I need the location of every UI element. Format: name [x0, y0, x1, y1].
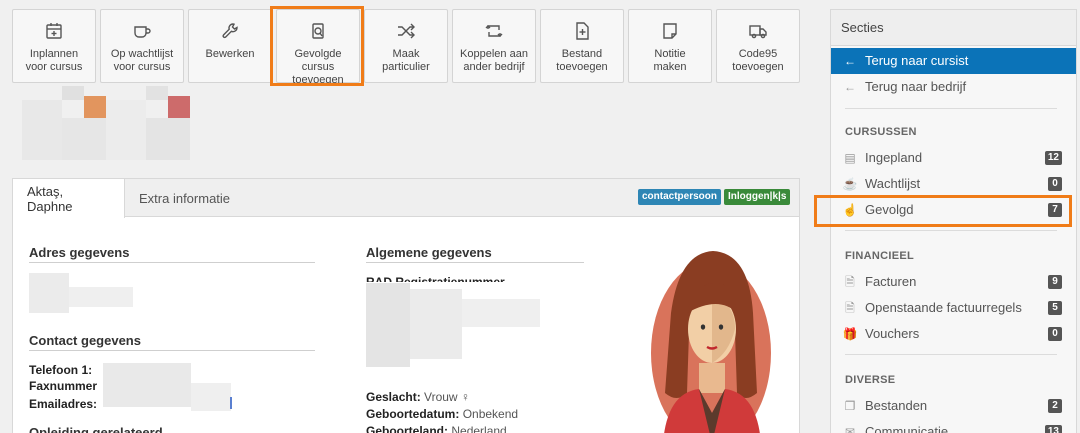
sidebar-item-label: Vouchers [865, 326, 920, 341]
birthdate-field: Geboortedatum: Onbekend [366, 407, 518, 421]
arrow-left-icon: ← [844, 54, 856, 68]
truck-icon [748, 21, 768, 41]
button-label: Inplannen voor cursus [25, 48, 83, 73]
education-section-title: Opleiding gerelateerd [29, 425, 163, 433]
coffee-cup-icon: ☕ [842, 177, 858, 191]
document-icon: 🗎 [845, 301, 855, 315]
button-label: Bestand toevoegen [556, 48, 608, 73]
make-private-button[interactable]: Maak particulier [364, 9, 448, 83]
gender-field: Geslacht: Vrouw ♀ [366, 390, 470, 404]
files-icon: ❐ [844, 399, 856, 413]
sidebar-item-waitlist[interactable]: ☕ Wachtlijst 0 [831, 171, 1076, 197]
edit-button[interactable]: Bewerken [188, 9, 272, 83]
add-code95-button[interactable]: Code95 toevoegen [716, 9, 800, 83]
divider [29, 262, 315, 263]
tab-bar: Aktaş, Daphne Extra informatie contactpe… [13, 179, 799, 218]
divider [366, 262, 584, 263]
highlight-frame [270, 6, 364, 86]
female-avatar-illustration [651, 251, 771, 433]
category-financial: FINANCIEEL [845, 250, 914, 262]
blurred-contact-values [103, 363, 191, 407]
wrench-icon [220, 21, 240, 41]
divider [845, 108, 1057, 109]
count-badge: 9 [1048, 275, 1062, 289]
retweet-icon [484, 21, 504, 41]
contact-person-badge: contactpersoon [638, 189, 722, 205]
category-misc: DIVERSE [845, 374, 896, 386]
divider [29, 350, 315, 351]
count-badge: 12 [1044, 151, 1062, 165]
birthcountry-field: Geboorteland: Nederland [366, 424, 507, 433]
chat-icon: ✉ [844, 425, 856, 433]
sidebar-item-invoices[interactable]: 🗎 Facturen 9 [831, 269, 1076, 295]
tab-extra-info[interactable]: Extra informatie [125, 179, 244, 217]
sidebar-item-back-to-student[interactable]: ← Terug naar cursist [831, 48, 1076, 74]
coffee-cup-icon [132, 21, 152, 41]
shuffle-icon [396, 21, 416, 41]
student-detail-panel: Aktaş, Daphne Extra informatie contactpe… [12, 178, 800, 433]
count-badge: 0 [1048, 327, 1062, 341]
file-plus-icon [572, 21, 592, 41]
sidebar-item-label: Terug naar cursist [865, 53, 969, 68]
calendar-plus-icon [44, 21, 64, 41]
count-badge: 13 [1044, 425, 1062, 433]
registration-label: RAD Registratienummer [366, 275, 505, 282]
count-badge: 5 [1048, 301, 1062, 315]
sidebar-item-label: Terug naar bedrijf [865, 79, 967, 94]
add-to-waitlist-button[interactable]: Op wachtlijst voor cursus [100, 9, 184, 83]
gender-value: Vrouw ♀ [424, 390, 470, 404]
sidebar-item-communication[interactable]: ✉ Communicatie 13 [831, 419, 1076, 433]
count-badge: 2 [1048, 399, 1062, 413]
count-badge: 0 [1048, 177, 1062, 191]
sidebar-item-back-to-company[interactable]: ← Terug naar bedrijf [831, 74, 1076, 100]
add-file-button[interactable]: Bestand toevoegen [540, 9, 624, 83]
sticky-note-icon [660, 21, 680, 41]
login-badge[interactable]: Inloggen|k|s [724, 189, 791, 205]
sidebar-item-label: Facturen [865, 274, 917, 289]
fax-label: Faxnummer [29, 379, 98, 393]
birthcountry-value: Nederland [451, 424, 507, 433]
blurred-general-values [366, 283, 410, 367]
link-other-company-button[interactable]: Koppelen aan ander bedrijf [452, 9, 536, 83]
button-label: Maak particulier [382, 48, 430, 73]
address-section-title: Adres gegevens [29, 245, 130, 260]
sidebar-item-planned[interactable]: ▤ Ingepland 12 [831, 145, 1076, 171]
sidebar-title: Secties [831, 10, 1076, 46]
highlight-frame [814, 195, 1072, 227]
arrow-left-icon: ← [844, 80, 856, 94]
schedule-for-course-button[interactable]: Inplannen voor cursus [12, 9, 96, 83]
gift-icon: 🎁 [842, 327, 858, 341]
button-label: Code95 toevoegen [732, 48, 784, 73]
email-label: Emailadres: [29, 397, 98, 411]
divider [845, 230, 1057, 231]
button-label: Koppelen aan ander bedrijf [460, 48, 528, 73]
sidebar-item-files[interactable]: ❐ Bestanden 2 [831, 393, 1076, 419]
sidebar-item-label: Bestanden [865, 398, 928, 413]
sidebar-item-label: Wachtlijst [865, 176, 921, 191]
phone-label: Telefoon 1: [29, 363, 93, 377]
category-courses: CURSUSSEN [845, 126, 917, 138]
sidebar-item-label: Communicatie [865, 424, 949, 433]
button-label: Notitie maken [653, 48, 687, 73]
birthcountry-label: Geboorteland: [366, 424, 449, 433]
gender-label: Geslacht: [366, 390, 421, 404]
document-icon: 🗎 [845, 275, 855, 289]
divider [845, 354, 1057, 355]
general-section-title: Algemene gegevens [366, 245, 492, 260]
sidebar-item-open-invoice-lines[interactable]: 🗎 Openstaande factuurregels 5 [831, 295, 1076, 321]
birthdate-value: Onbekend [462, 407, 519, 421]
create-note-button[interactable]: Notitie maken [628, 9, 712, 83]
sidebar-item-vouchers[interactable]: 🎁 Vouchers 0 [831, 321, 1076, 347]
list-icon: ▤ [844, 151, 856, 165]
sidebar-item-label: Ingepland [865, 150, 923, 165]
button-label: Bewerken [205, 48, 255, 60]
sidebar-item-label: Openstaande factuurregels [865, 300, 1022, 315]
contact-section-title: Contact gegevens [29, 333, 141, 348]
blurred-address [29, 273, 69, 313]
button-label: Op wachtlijst voor cursus [110, 48, 174, 73]
tab-student[interactable]: Aktaş, Daphne [13, 179, 125, 218]
birthdate-label: Geboortedatum: [366, 407, 460, 421]
